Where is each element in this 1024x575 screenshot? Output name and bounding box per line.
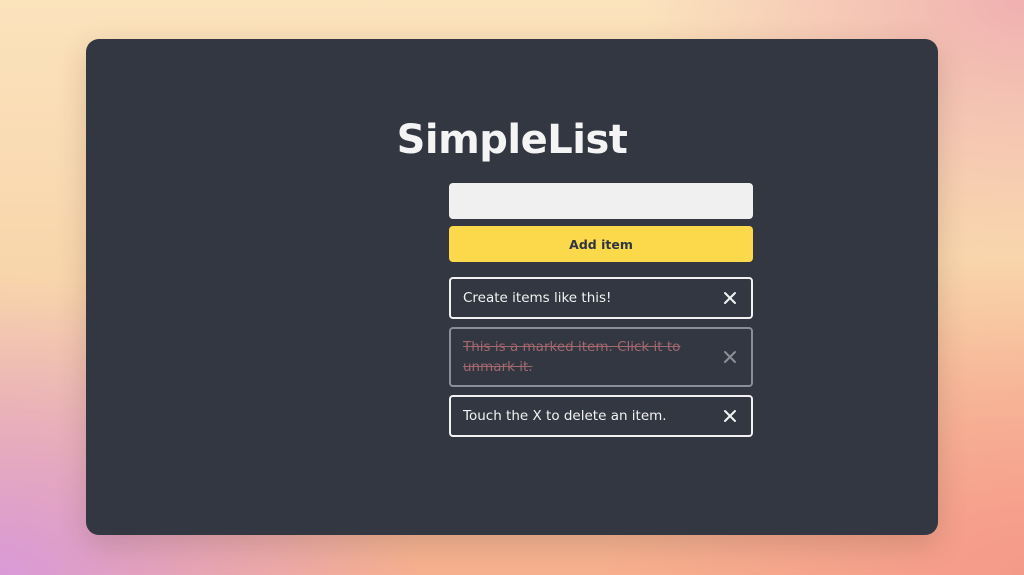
item-list: Create items like this! This is a marked… bbox=[449, 277, 753, 445]
list-item[interactable]: Create items like this! bbox=[449, 277, 753, 319]
add-item-button[interactable]: Add item bbox=[449, 226, 753, 262]
list-item[interactable]: Touch the X to delete an item. bbox=[449, 395, 753, 437]
new-item-input[interactable] bbox=[449, 183, 753, 219]
list-item[interactable]: This is a marked item. Click it to unmar… bbox=[449, 327, 753, 387]
list-item-text: Touch the X to delete an item. bbox=[463, 408, 667, 424]
page-title: SimpleList bbox=[396, 117, 628, 163]
close-icon[interactable] bbox=[721, 348, 739, 366]
close-icon[interactable] bbox=[721, 289, 739, 307]
list-item-text: Create items like this! bbox=[463, 290, 612, 306]
list-item-text: This is a marked item. Click it to unmar… bbox=[463, 339, 681, 375]
close-icon[interactable] bbox=[721, 407, 739, 425]
app-card: SimpleList Add item Create items like th… bbox=[86, 39, 938, 535]
